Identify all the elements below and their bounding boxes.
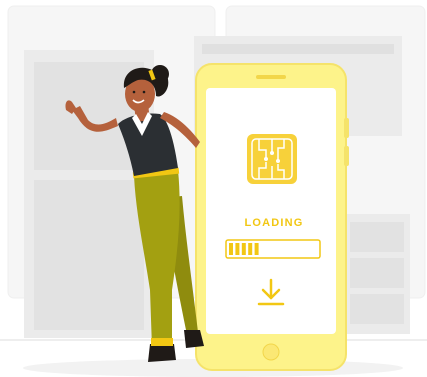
illustration-canvas <box>0 5 427 377</box>
microchip-icon <box>247 134 297 184</box>
progress-segment <box>241 243 246 255</box>
loading-text: LOADING <box>244 217 304 229</box>
phone-home-button <box>262 343 280 361</box>
progress-segment <box>235 243 240 255</box>
phone-speaker <box>256 75 286 79</box>
shoe <box>148 344 176 362</box>
progress-segment <box>254 243 259 255</box>
loading-illustration: LOADING <box>0 0 427 377</box>
progress-bar <box>225 239 321 259</box>
progress-segment <box>248 243 253 255</box>
progress-segment <box>229 243 233 255</box>
